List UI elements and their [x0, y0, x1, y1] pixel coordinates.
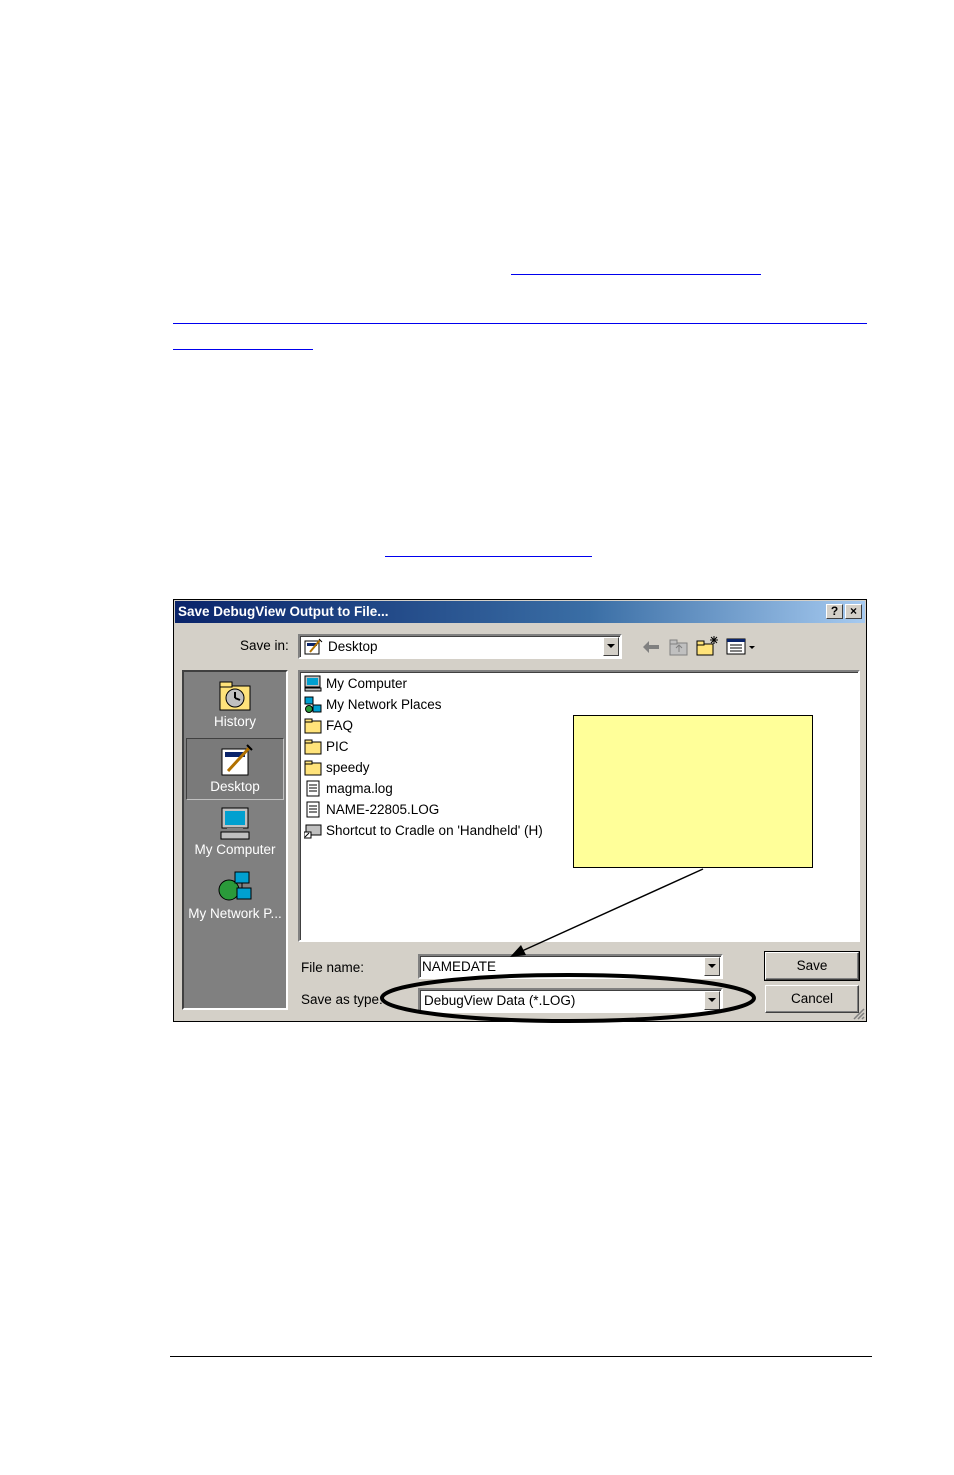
callout-arrow-line — [521, 868, 704, 952]
highlight-ellipse — [380, 973, 756, 1023]
callout-arrow-head — [510, 945, 526, 957]
footer-rule — [170, 1356, 872, 1357]
annotation-overlay — [380, 868, 756, 1023]
